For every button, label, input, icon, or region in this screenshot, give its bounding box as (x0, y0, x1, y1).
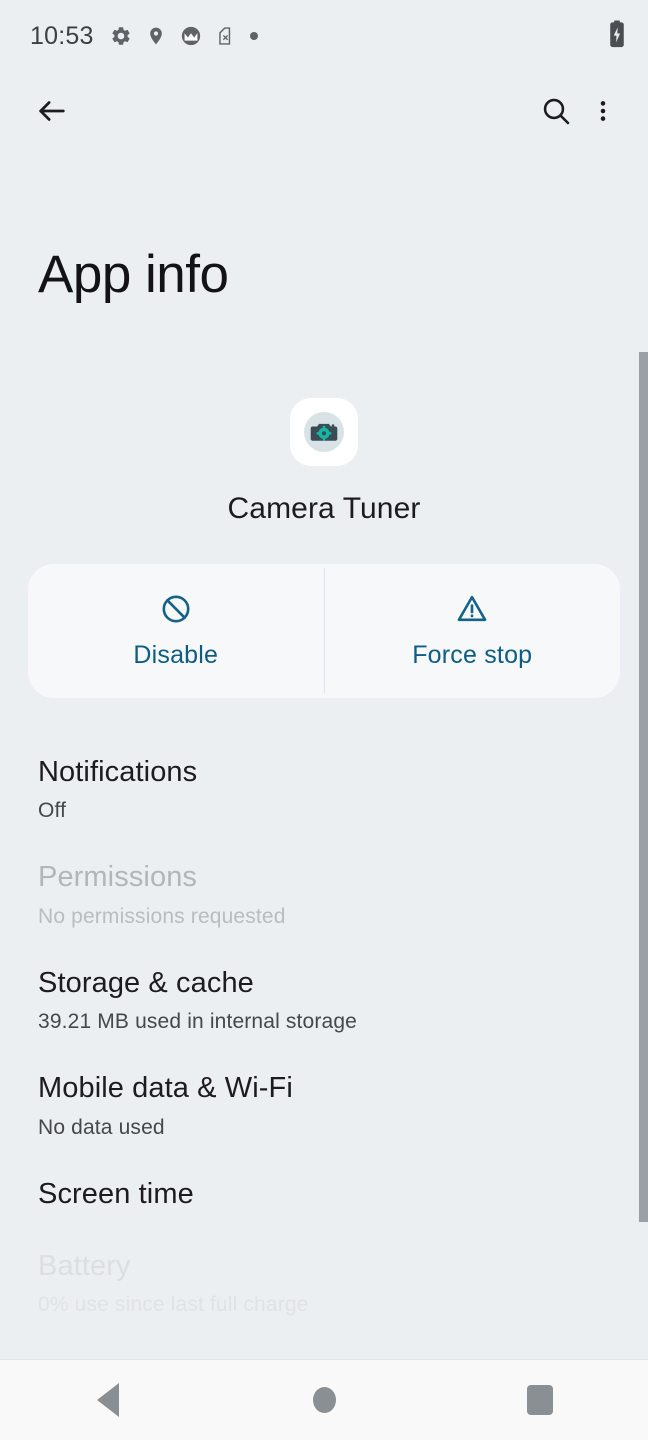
motorola-logo-icon (180, 25, 202, 47)
block-circle-slash-icon (159, 592, 193, 631)
list-item-subtitle: 0% use since last full charge (38, 1293, 309, 1317)
back-arrow-icon[interactable] (26, 85, 78, 137)
status-clock: 10:53 (30, 21, 94, 50)
list-item-title: Battery (38, 1250, 131, 1282)
list-item-storage-cache[interactable]: Storage & cache 39.21 MB used in interna… (0, 951, 648, 1056)
camera-tuner-app-icon (290, 398, 358, 466)
force-stop-button-label: Force stop (412, 641, 533, 669)
warning-triangle-icon (455, 592, 489, 631)
battery-charging-icon (608, 19, 626, 53)
list-item-title: Permissions (38, 861, 198, 894)
list-item-title: Mobile data & Wi-Fi (38, 1072, 293, 1105)
list-item-notifications[interactable]: Notifications Off (0, 740, 648, 845)
overflow-menu-icon[interactable] (582, 85, 624, 137)
list-item-screen-time[interactable]: Screen time (0, 1162, 648, 1234)
list-item-title: Notifications (38, 756, 198, 788)
list-item-subtitle: 39.21 MB used in internal storage (38, 1010, 357, 1034)
disable-button-label: Disable (133, 641, 219, 669)
list-item-title: Screen time (38, 1177, 194, 1210)
list-item-mobile-data-wifi[interactable]: Mobile data & Wi-Fi No data used (0, 1056, 648, 1161)
list-item-subtitle: No data used (38, 1115, 165, 1139)
status-bar-left-icons (110, 25, 608, 47)
notification-dot-icon (249, 31, 259, 41)
vertical-scrollbar[interactable] (639, 352, 648, 1222)
scroll-content: Camera Tuner Disable Force stop Notifica… (0, 330, 648, 1440)
toolbar (0, 72, 648, 150)
app-name: Camera Tuner (227, 492, 421, 525)
nav-recents-icon[interactable] (495, 1360, 585, 1440)
list-item-subtitle: No permissions requested (38, 904, 286, 928)
status-bar: 10:53 (0, 0, 648, 72)
nav-home-icon[interactable] (279, 1360, 369, 1440)
app-settings-list: Notifications Off Permissions No permiss… (0, 740, 648, 1339)
list-item-title: Storage & cache (38, 966, 254, 999)
no-sim-card-icon (216, 25, 235, 47)
search-icon[interactable] (530, 85, 582, 137)
nav-back-icon[interactable] (63, 1360, 153, 1440)
system-navigation-bar (0, 1359, 648, 1440)
app-actions-card: Disable Force stop (28, 564, 620, 698)
list-item-permissions[interactable]: Permissions No permissions requested (0, 845, 648, 950)
page-title: App info (38, 245, 229, 304)
disable-button[interactable]: Disable (28, 564, 324, 698)
location-pin-icon (146, 25, 166, 47)
list-item-subtitle: Off (38, 799, 67, 823)
list-item-battery[interactable]: Battery 0% use since last full charge (0, 1234, 648, 1339)
force-stop-button[interactable]: Force stop (325, 564, 621, 698)
app-header: Camera Tuner (0, 330, 648, 526)
settings-gear-icon (110, 25, 132, 47)
status-bar-right-icons (608, 19, 626, 53)
